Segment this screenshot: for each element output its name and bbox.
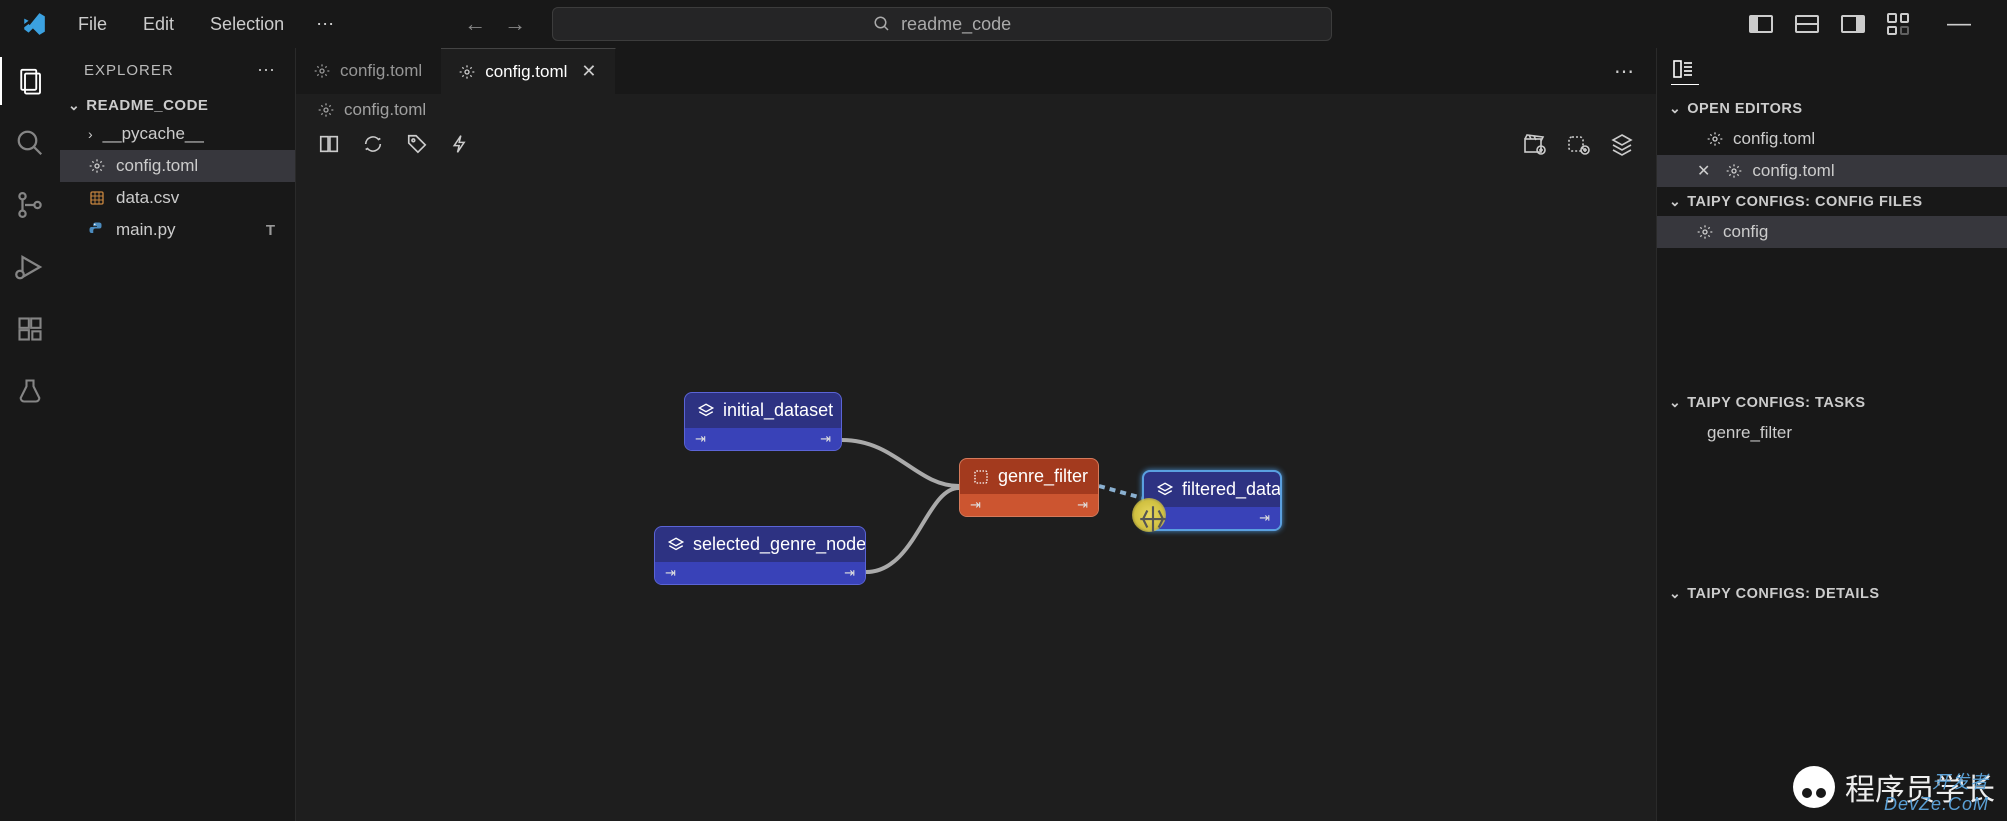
chevron-down-icon: ⌄ bbox=[1669, 394, 1681, 411]
node-selected-genre[interactable]: selected_genre_node ⇥⇥ bbox=[654, 526, 866, 585]
gear-icon bbox=[1726, 163, 1742, 179]
layers-icon bbox=[1156, 481, 1174, 499]
layers-icon bbox=[667, 536, 685, 554]
search-placeholder: readme_code bbox=[901, 14, 1011, 35]
editor-tabs: config.toml config.toml ✕ ⋯ bbox=[296, 48, 1656, 94]
secondary-sidebar: ⌄ OPEN EDITORS config.toml ✕ config.toml… bbox=[1657, 48, 2007, 821]
csv-file-icon bbox=[88, 189, 106, 207]
nav-back-icon[interactable]: ← bbox=[464, 11, 486, 37]
chevron-down-icon: ⌄ bbox=[1669, 193, 1681, 210]
command-center[interactable]: readme_code bbox=[552, 7, 1332, 41]
nav-forward-icon[interactable]: → bbox=[504, 11, 526, 37]
layout-split-icon[interactable] bbox=[318, 133, 340, 155]
open-editor-item-1[interactable]: config.toml bbox=[1657, 123, 2007, 155]
layers-icon[interactable] bbox=[1610, 132, 1634, 156]
activity-run-debug-icon[interactable] bbox=[13, 250, 47, 284]
gear-icon bbox=[1707, 131, 1723, 147]
explorer-title: EXPLORER bbox=[84, 62, 174, 79]
menu-overflow-icon[interactable]: ⋯ bbox=[304, 8, 348, 41]
activity-testing-icon[interactable] bbox=[13, 374, 47, 408]
explorer-more-icon[interactable]: ⋯ bbox=[257, 60, 277, 81]
breadcrumb[interactable]: config.toml bbox=[296, 94, 1656, 126]
arrow-right-icon: ⇥ bbox=[820, 431, 831, 447]
task-icon bbox=[972, 468, 990, 486]
node-add-icon[interactable] bbox=[1566, 132, 1590, 156]
arrow-right-icon: ⇥ bbox=[665, 565, 676, 581]
cursor-highlight bbox=[1132, 498, 1166, 532]
lightning-icon[interactable] bbox=[450, 133, 470, 155]
task-item-genre-filter[interactable]: genre_filter bbox=[1657, 417, 2007, 449]
section-tasks[interactable]: ⌄ TAIPY CONFIGS: TASKS bbox=[1657, 388, 2007, 417]
menu-selection[interactable]: Selection bbox=[196, 8, 298, 41]
details-panel-icon[interactable] bbox=[1671, 57, 1699, 85]
close-icon[interactable]: ✕ bbox=[581, 61, 596, 82]
file-tree-item-datacsv[interactable]: data.csv bbox=[60, 182, 295, 214]
gear-icon bbox=[88, 157, 106, 175]
window-minimize-icon[interactable]: — bbox=[1939, 10, 1979, 38]
node-genre-filter[interactable]: genre_filter ⇥⇥ bbox=[959, 458, 1099, 517]
file-tree-item-config[interactable]: config.toml bbox=[60, 150, 295, 182]
folder-header[interactable]: ⌄ README_CODE bbox=[60, 93, 295, 118]
file-tree-folder-pycache[interactable]: › __pycache__ bbox=[60, 118, 295, 150]
open-editor-item-2[interactable]: ✕ config.toml bbox=[1657, 155, 2007, 187]
clapper-add-icon[interactable] bbox=[1522, 132, 1546, 156]
editor-more-icon[interactable]: ⋯ bbox=[1594, 48, 1656, 94]
chevron-down-icon: ⌄ bbox=[68, 97, 80, 114]
refresh-icon[interactable] bbox=[362, 133, 384, 155]
file-badge: T bbox=[266, 222, 275, 239]
tab-config-2[interactable]: config.toml ✕ bbox=[441, 48, 615, 94]
menu-bar: File Edit Selection bbox=[64, 8, 298, 41]
toggle-panel-icon[interactable] bbox=[1795, 15, 1819, 33]
section-config-files[interactable]: ⌄ TAIPY CONFIGS: CONFIG FILES bbox=[1657, 187, 2007, 216]
close-icon[interactable]: ✕ bbox=[1697, 161, 1710, 181]
chevron-right-icon: › bbox=[88, 126, 93, 142]
activity-bar bbox=[0, 48, 60, 821]
gear-icon bbox=[459, 64, 475, 80]
activity-extensions-icon[interactable] bbox=[13, 312, 47, 346]
menu-file[interactable]: File bbox=[64, 8, 121, 41]
config-file-item[interactable]: config bbox=[1657, 216, 2007, 248]
node-initial-dataset[interactable]: initial_dataset ⇥⇥ bbox=[684, 392, 842, 451]
chevron-down-icon: ⌄ bbox=[1669, 585, 1681, 602]
section-open-editors[interactable]: ⌄ OPEN EDITORS bbox=[1657, 94, 2007, 123]
section-details[interactable]: ⌄ TAIPY CONFIGS: DETAILS bbox=[1657, 579, 2007, 608]
file-tree-item-mainpy[interactable]: main.py T bbox=[60, 214, 295, 246]
menu-edit[interactable]: Edit bbox=[129, 8, 188, 41]
title-bar: File Edit Selection ⋯ ← → readme_code — bbox=[0, 0, 2007, 48]
folder-name: README_CODE bbox=[86, 97, 208, 114]
gear-icon bbox=[314, 63, 330, 79]
arrow-right-icon: ⇥ bbox=[1259, 510, 1270, 526]
activity-source-control-icon[interactable] bbox=[13, 188, 47, 222]
vscode-logo-icon bbox=[20, 10, 48, 38]
tab-config-1[interactable]: config.toml bbox=[296, 48, 441, 94]
editor-toolbar bbox=[296, 126, 1656, 168]
editor-area: config.toml config.toml ✕ ⋯ config.toml bbox=[295, 48, 1657, 821]
arrow-right-icon: ⇥ bbox=[695, 431, 706, 447]
gear-icon bbox=[318, 102, 334, 118]
toggle-secondary-sidebar-icon[interactable] bbox=[1841, 15, 1865, 33]
explorer-sidebar: EXPLORER ⋯ ⌄ README_CODE › __pycache__ c… bbox=[60, 48, 295, 821]
python-file-icon bbox=[88, 221, 106, 239]
arrow-right-icon: ⇥ bbox=[1077, 497, 1088, 513]
arrow-right-icon: ⇥ bbox=[970, 497, 981, 513]
gear-icon bbox=[1697, 224, 1713, 240]
graph-canvas[interactable]: initial_dataset ⇥⇥ selected_genre_node ⇥… bbox=[296, 168, 1656, 821]
activity-search-icon[interactable] bbox=[13, 126, 47, 160]
tag-icon[interactable] bbox=[406, 133, 428, 155]
customize-layout-icon[interactable] bbox=[1887, 13, 1909, 35]
search-icon bbox=[873, 15, 891, 33]
activity-explorer-icon[interactable] bbox=[13, 64, 47, 98]
chevron-down-icon: ⌄ bbox=[1669, 100, 1681, 117]
arrow-right-icon: ⇥ bbox=[844, 565, 855, 581]
layers-icon bbox=[697, 402, 715, 420]
toggle-primary-sidebar-icon[interactable] bbox=[1749, 15, 1773, 33]
